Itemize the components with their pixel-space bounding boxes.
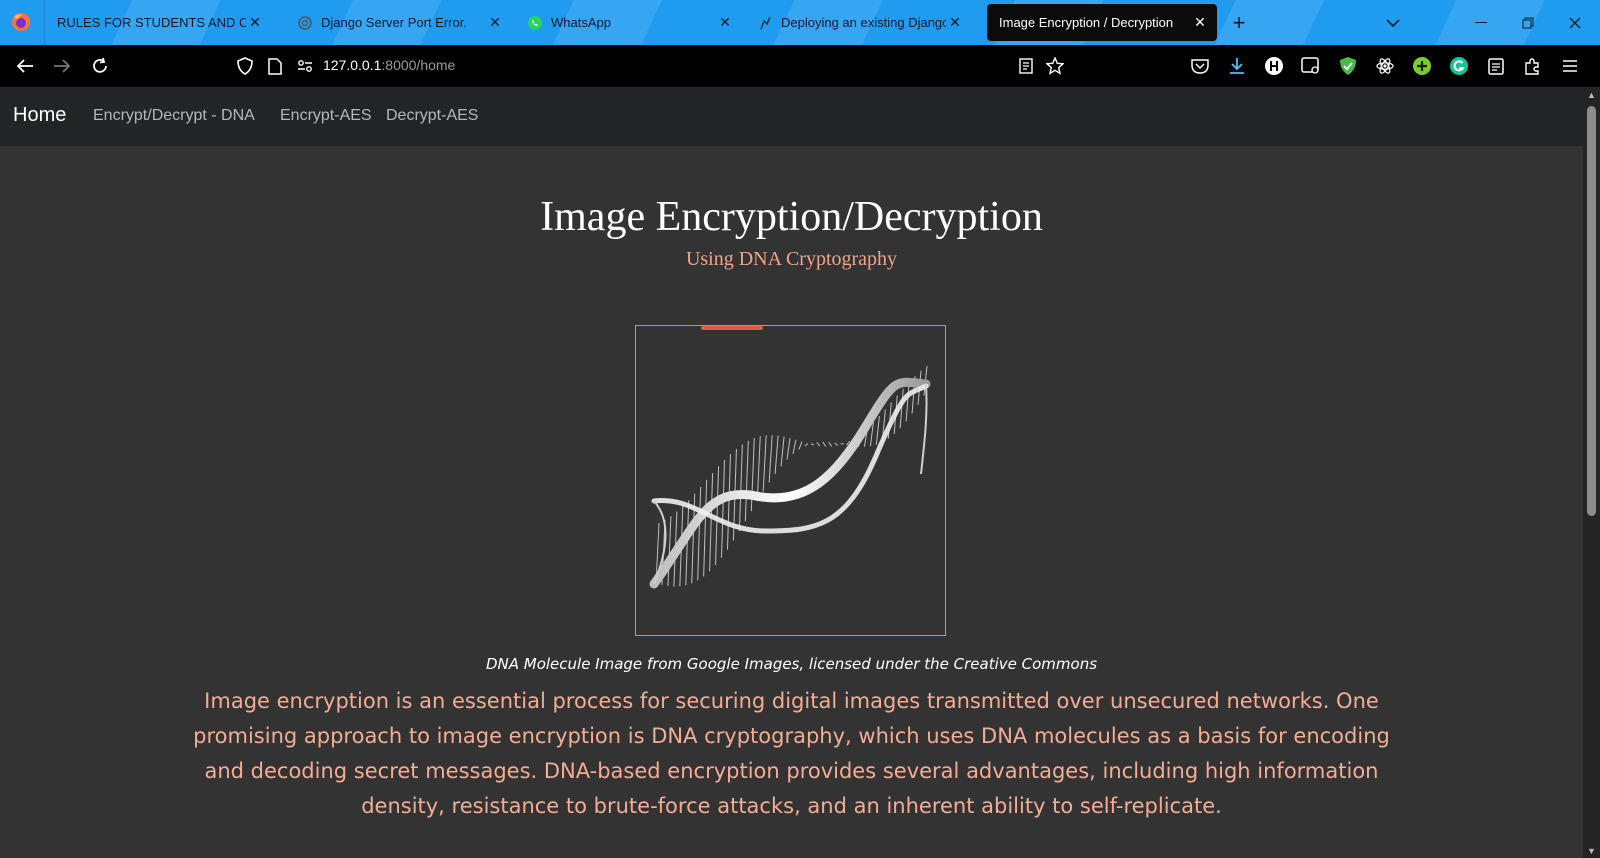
- new-tab-button[interactable]: +: [1216, 0, 1262, 45]
- pocket-icon: [1191, 59, 1209, 74]
- django-icon: [757, 15, 773, 31]
- close-icon[interactable]: ✕: [1191, 14, 1209, 31]
- scrollbar-thumb[interactable]: [1587, 106, 1596, 516]
- app-menu-button[interactable]: [1553, 45, 1587, 87]
- tab-title: Image Encryption / Decryption: [999, 15, 1174, 30]
- nav-link-encrypt-decrypt-dna[interactable]: Encrypt/Decrypt - DNA: [93, 107, 255, 125]
- close-icon[interactable]: ✕: [246, 14, 264, 31]
- bookmark-button[interactable]: [1038, 45, 1072, 87]
- nav-link-encrypt-aes[interactable]: Encrypt-AES: [280, 107, 372, 125]
- clipboard-icon: [1488, 58, 1504, 75]
- react-icon: [1376, 58, 1394, 74]
- permissions-button[interactable]: [288, 45, 322, 87]
- screenshot-button[interactable]: [1294, 45, 1328, 87]
- hamburger-menu-icon: [1563, 60, 1577, 72]
- frame-accent-bar: [701, 326, 763, 330]
- close-icon[interactable]: ✕: [946, 14, 964, 31]
- navigation-toolbar: 127.0.0.1:8000/home: [0, 45, 1600, 88]
- reader-view-icon: [1019, 58, 1033, 74]
- reload-button[interactable]: [83, 45, 117, 87]
- url-bar[interactable]: 127.0.0.1:8000/home: [323, 57, 455, 73]
- tab-title: WhatsApp: [551, 15, 611, 30]
- whatsapp-icon: [527, 15, 543, 31]
- image-caption: DNA Molecule Image from Google Images, l…: [485, 655, 1098, 673]
- react-devtools-button[interactable]: [1368, 45, 1402, 87]
- star-icon: [1046, 57, 1064, 75]
- openai-icon: [297, 15, 313, 31]
- tab-deploying-django[interactable]: Deploying an existing Django project ✕: [745, 4, 972, 41]
- shield-icon: [237, 57, 253, 75]
- add-extension-button[interactable]: [1405, 45, 1439, 87]
- forward-arrow-icon: [54, 59, 71, 73]
- puzzle-icon: [1525, 58, 1539, 75]
- restore-icon: [1522, 17, 1534, 28]
- page-scrollbar[interactable]: ▲ ▼: [1583, 88, 1600, 858]
- tracking-protection-button[interactable]: [228, 45, 262, 87]
- page-icon: [268, 57, 282, 75]
- back-arrow-icon: [16, 59, 33, 73]
- tab-rules[interactable]: RULES FOR STUDENTS AND CHILDREN ✕: [45, 4, 272, 41]
- tab-title: RULES FOR STUDENTS AND CHILDREN: [57, 15, 246, 30]
- page-info-button[interactable]: [258, 45, 292, 87]
- dna-image-frame: [635, 325, 946, 636]
- green-plus-icon: [1413, 57, 1431, 75]
- tab-title: Django Server Port Error.: [321, 15, 467, 30]
- chevron-down-icon: [1386, 18, 1400, 27]
- downloads-button[interactable]: [1220, 45, 1254, 87]
- nav-home-brand[interactable]: Home: [13, 104, 66, 127]
- grammarly-button[interactable]: [1442, 45, 1476, 87]
- page-title: Image Encryption/Decryption: [540, 194, 1043, 240]
- close-icon: [1569, 17, 1581, 28]
- tab-title: Deploying an existing Django project: [781, 15, 946, 30]
- tab-django-port[interactable]: Django Server Port Error. ✕: [285, 4, 512, 41]
- url-host: 127.0.0.1: [323, 57, 382, 73]
- minimize-icon: [1475, 21, 1487, 23]
- extension-h-button[interactable]: [1257, 45, 1291, 87]
- site-navbar: Home Encrypt/Decrypt - DNA Encrypt-AES D…: [0, 88, 1583, 146]
- permissions-icon: [298, 60, 312, 72]
- forward-button[interactable]: [45, 45, 79, 87]
- screenshot-icon: [1301, 57, 1319, 74]
- green-shield-icon: [1340, 57, 1356, 75]
- close-window-button[interactable]: [1552, 0, 1598, 45]
- close-icon[interactable]: ✕: [716, 14, 734, 31]
- reload-icon: [93, 57, 107, 73]
- scroll-up-icon[interactable]: ▲: [1583, 90, 1600, 100]
- notes-button[interactable]: [1479, 45, 1513, 87]
- vpn-extension-button[interactable]: [1331, 45, 1365, 87]
- list-all-tabs-button[interactable]: [1370, 0, 1416, 45]
- nav-link-decrypt-aes[interactable]: Decrypt-AES: [386, 107, 478, 125]
- restore-button[interactable]: [1505, 0, 1551, 45]
- dna-helix-image: [649, 365, 931, 589]
- tab-whatsapp[interactable]: WhatsApp ✕: [515, 4, 742, 41]
- back-button[interactable]: [8, 45, 42, 87]
- minimize-button[interactable]: [1458, 0, 1504, 45]
- h-extension-icon: [1265, 57, 1283, 75]
- tab-strip: RULES FOR STUDENTS AND CHILDREN ✕ Django…: [0, 0, 1600, 45]
- pocket-button[interactable]: [1183, 45, 1217, 87]
- grammarly-icon: [1450, 57, 1468, 75]
- tab-image-encryption[interactable]: Image Encryption / Decryption ✕: [987, 4, 1217, 41]
- close-icon[interactable]: ✕: [486, 14, 504, 31]
- scroll-down-icon[interactable]: ▼: [1583, 846, 1600, 856]
- firefox-icon[interactable]: [11, 12, 31, 32]
- page-subtitle: Using DNA Cryptography: [685, 248, 898, 270]
- extensions-button[interactable]: [1516, 45, 1550, 87]
- url-path: :8000/home: [381, 57, 456, 73]
- description-paragraph: Image encryption is an essential process…: [193, 689, 1390, 818]
- download-icon: [1230, 58, 1244, 74]
